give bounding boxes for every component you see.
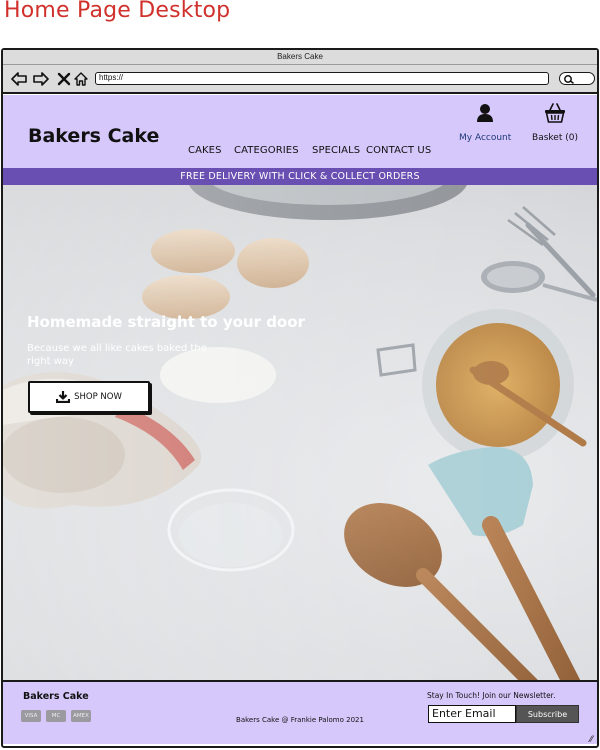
page-viewport: Bakers Cake CAKES CATEGORIES SPECIALS CO…	[3, 95, 597, 729]
basket-link[interactable]: Basket (0)	[529, 103, 581, 143]
stop-icon[interactable]	[56, 71, 72, 87]
site-footer: Bakers Cake VISA MC AMEX Bakers Cake @ F…	[3, 680, 597, 744]
download-icon	[56, 391, 71, 403]
my-account-link[interactable]: My Account	[459, 103, 511, 143]
basket-label: Basket (0)	[532, 133, 578, 143]
back-icon[interactable]	[11, 71, 27, 87]
search-icon	[564, 75, 574, 84]
hero-subtitle: Because we all like cakes baked the righ…	[27, 343, 207, 367]
brand-logo[interactable]: Bakers Cake	[28, 125, 159, 147]
nav-cakes[interactable]: CAKES	[188, 145, 222, 156]
shop-now-button[interactable]: SHOP NOW	[28, 381, 150, 413]
hero-section: Homemade straight to your door Because w…	[3, 185, 597, 729]
url-bar[interactable]: https://	[95, 72, 549, 85]
forward-icon[interactable]	[33, 71, 49, 87]
basket-icon	[545, 103, 565, 123]
user-icon	[477, 104, 493, 122]
hero-overlay	[3, 185, 597, 729]
nav-specials[interactable]: SPECIALS	[312, 145, 360, 156]
home-icon[interactable]	[73, 71, 89, 87]
my-account-label: My Account	[459, 133, 512, 143]
newsletter-email-input[interactable]: Enter Email	[428, 705, 516, 723]
subscribe-button[interactable]: Subscribe	[516, 705, 579, 723]
resize-grip-icon[interactable]: ⁄⁄	[590, 734, 593, 744]
promo-banner: FREE DELIVERY WITH CLICK & COLLECT ORDER…	[3, 168, 597, 185]
browser-toolbar: https://	[3, 65, 597, 94]
site-header: Bakers Cake CAKES CATEGORIES SPECIALS CO…	[3, 95, 597, 168]
browser-search-box[interactable]	[559, 72, 595, 85]
nav-contact-us[interactable]: CONTACT US	[366, 145, 431, 156]
footer-brand: Bakers Cake	[23, 691, 89, 702]
window-title: Bakers Cake	[3, 50, 597, 65]
shop-now-label: SHOP NOW	[74, 392, 122, 402]
hero-title: Homemade straight to your door	[27, 313, 305, 331]
page-label: Home Page Desktop	[4, 0, 231, 23]
nav-categories[interactable]: CATEGORIES	[234, 145, 299, 156]
browser-window: Bakers Cake https:// Bakers Cake CAKES C…	[1, 48, 599, 748]
newsletter-label: Stay In Touch! Join our Newsletter.	[427, 691, 556, 700]
